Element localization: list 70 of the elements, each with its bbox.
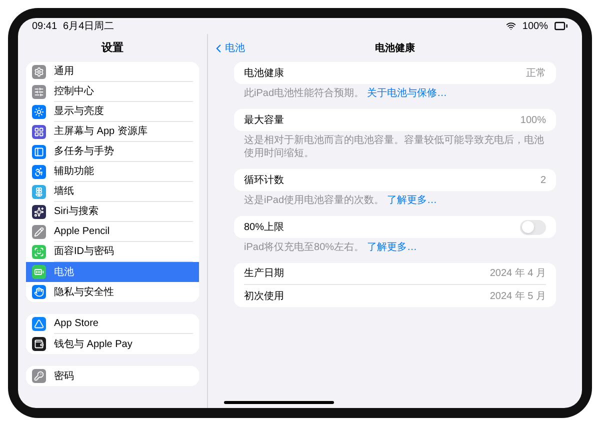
row-label: 生产日期 <box>244 266 285 281</box>
sidebar-item[interactable]: 主屏幕与 App 资源库 <box>26 122 199 142</box>
sidebar-item[interactable]: 墙纸 <box>26 182 199 202</box>
sidebar-item-label: 主屏幕与 App 资源库 <box>54 122 193 142</box>
status-date: 6月4日周二 <box>63 20 114 34</box>
sidebar-item-label: App Store <box>54 314 193 334</box>
sidebar-item[interactable]: 密码 <box>26 366 199 386</box>
sidebar-item-label: 辅助功能 <box>54 162 193 182</box>
page-title: 电池健康 <box>375 42 415 56</box>
sidebar-item-label: 控制中心 <box>54 82 193 102</box>
sidebar-title: 设置 <box>102 40 124 56</box>
sidebar-item-label: 墙纸 <box>54 182 193 202</box>
sidebar-item[interactable]: 隐私与安全性 <box>26 282 199 302</box>
sliders-icon <box>32 85 46 99</box>
sidebar-item-label: 通用 <box>54 62 193 82</box>
wallet-icon <box>32 337 46 351</box>
wifi-icon <box>506 21 516 31</box>
row-label: 80%上限 <box>244 220 286 234</box>
back-button[interactable]: 电池 <box>212 41 245 56</box>
sidebar-item[interactable]: 通用 <box>26 62 199 82</box>
triangle-icon <box>32 317 46 331</box>
row-value: 2 <box>540 174 546 188</box>
accessibility-icon <box>32 165 46 179</box>
gear-icon <box>32 65 46 79</box>
grid-icon <box>32 125 46 139</box>
sidebar-item[interactable]: 电池 <box>26 262 199 282</box>
sidebar-item[interactable]: 控制中心 <box>26 82 199 102</box>
battery-icon <box>32 265 46 279</box>
learn-more-link[interactable]: 了解更多… <box>367 242 418 253</box>
footnote: 此iPad电池性能符合预期。 关于电池与保修… <box>243 86 448 100</box>
toggle-switch[interactable] <box>520 220 546 234</box>
sidebar-item-label: 显示与亮度 <box>54 102 193 122</box>
row-value: 正常 <box>526 66 546 80</box>
key-icon <box>32 369 46 383</box>
sidebar-item-label: Apple Pencil <box>54 222 193 242</box>
row-label: 电池健康 <box>244 66 285 80</box>
status-time: 09:41 <box>32 20 58 34</box>
sidebar-item-label: 多任务与手势 <box>54 142 193 162</box>
battery-percent: 100% <box>522 20 548 34</box>
sun-icon <box>32 105 46 119</box>
face-scan-icon <box>32 245 46 259</box>
sidebar-item-label: 电池 <box>54 266 75 280</box>
sidebar-item-label: Siri与搜索 <box>54 202 193 222</box>
sidebar-item[interactable]: 多任务与手势 <box>26 142 199 162</box>
row-label: 最大容量 <box>244 114 285 128</box>
footnote: 这是iPad使用电池容量的次数。 了解更多… <box>243 194 438 207</box>
footnote: iPad将仅充电至80%左右。 了解更多… <box>243 240 418 254</box>
panel-icon <box>32 145 46 159</box>
sidebar-item[interactable]: App Store <box>26 314 199 334</box>
sidebar-item-label: 钱包与 Apple Pay <box>54 338 134 352</box>
row-value: 100% <box>520 114 546 128</box>
row-value: 2024 年 5 月 <box>490 290 546 304</box>
row-label: 初次使用 <box>244 290 285 304</box>
battery-icon <box>554 19 568 33</box>
pencil-icon <box>32 225 46 239</box>
sidebar-item[interactable]: 辅助功能 <box>26 162 199 182</box>
row-value: 2024 年 4 月 <box>490 267 546 281</box>
hand-icon <box>32 285 46 299</box>
flower-icon <box>32 185 46 199</box>
footnote: 这是相对于新电池而言的电池容量。容量较低可能导致充电后，电池使用时间缩短。 <box>243 134 545 160</box>
learn-more-link[interactable]: 关于电池与保修… <box>367 88 448 99</box>
row-label: 循环计数 <box>244 174 285 188</box>
sidebar-item[interactable]: 显示与亮度 <box>26 102 199 122</box>
sparkle-icon <box>32 205 46 219</box>
sidebar-item[interactable]: 钱包与 Apple Pay <box>26 334 199 354</box>
sidebar-item-label: 隐私与安全性 <box>54 286 115 300</box>
sidebar-item-label: 密码 <box>54 370 75 384</box>
learn-more-link[interactable]: 了解更多… <box>387 195 438 206</box>
sidebar-item[interactable]: Apple Pencil <box>26 222 199 242</box>
sidebar-item[interactable]: Siri与搜索 <box>26 202 199 222</box>
